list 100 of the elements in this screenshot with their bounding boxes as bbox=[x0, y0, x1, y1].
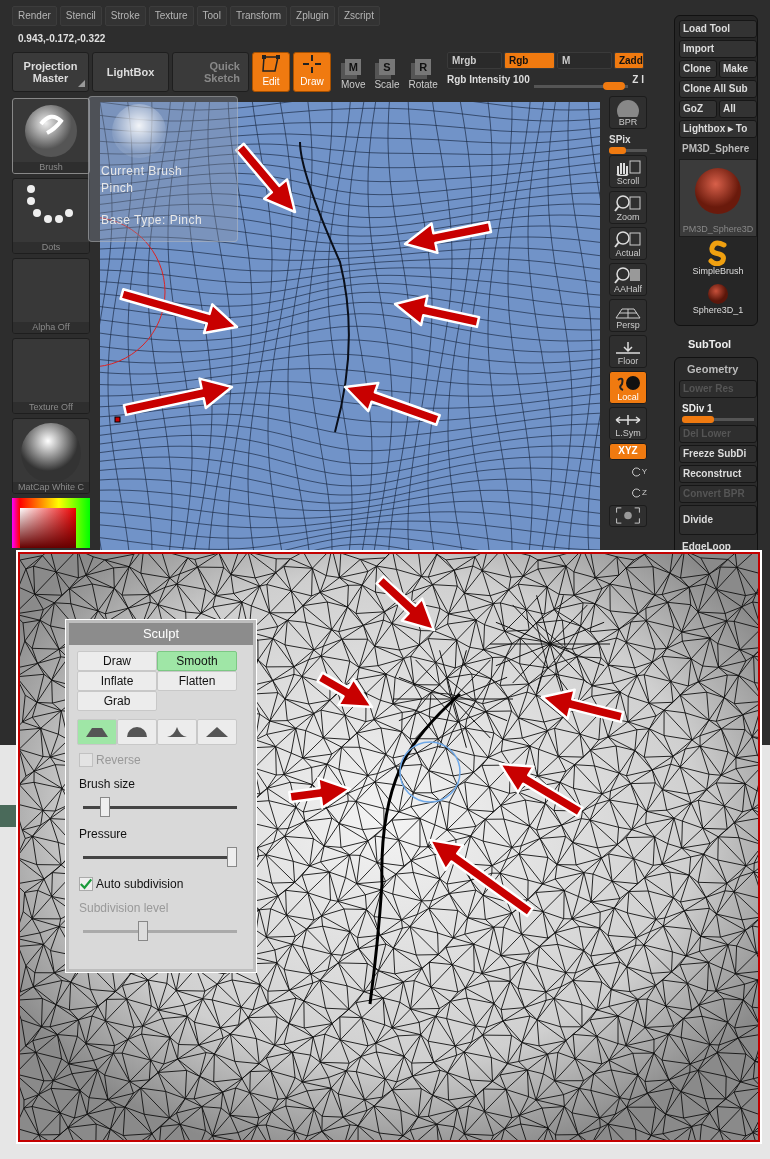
brush-cursor-icon bbox=[399, 741, 461, 803]
magnifier-icon bbox=[614, 230, 642, 248]
rotate-axis-button[interactable]: Y bbox=[609, 463, 647, 481]
sculpt-mode-button[interactable]: Smooth bbox=[157, 651, 237, 671]
sculpt-mode-button[interactable]: Flatten bbox=[157, 671, 237, 691]
frame-icon bbox=[614, 506, 642, 525]
panel-button[interactable]: Reconstruct bbox=[679, 465, 757, 483]
toolbar-button[interactable]: AAHalf bbox=[609, 263, 647, 296]
base-type-text: Base Type: Pinch bbox=[101, 212, 204, 229]
menu-button[interactable]: Transform bbox=[229, 6, 288, 26]
sculpt-mode-button[interactable]: Draw bbox=[77, 651, 157, 671]
section-title: Geometry bbox=[687, 361, 740, 377]
tool-name: PM3D_Sphere bbox=[682, 142, 751, 156]
magnifier-icon bbox=[614, 266, 642, 284]
toolbar-button[interactable]: LightBox bbox=[92, 52, 169, 92]
toolbar-button[interactable]: Floor bbox=[609, 335, 647, 368]
toolbar-button[interactable]: M Move bbox=[338, 52, 369, 92]
shape-button[interactable] bbox=[157, 719, 197, 745]
slider-fill[interactable] bbox=[682, 416, 715, 423]
brush-cursor-icon bbox=[100, 216, 166, 368]
slider-thumb[interactable] bbox=[602, 82, 625, 90]
slider[interactable] bbox=[83, 921, 237, 943]
slider[interactable] bbox=[83, 797, 237, 819]
hand-icon bbox=[614, 158, 642, 176]
toolbar-button[interactable]: R Rotate bbox=[405, 52, 441, 92]
menu-button[interactable]: Render bbox=[12, 6, 57, 26]
tile-button[interactable]: MatCap White C bbox=[12, 418, 90, 494]
toolbar-button[interactable]: Scroll bbox=[609, 155, 647, 188]
toolbar-button[interactable]: Persp bbox=[609, 299, 647, 332]
intensity-label: Z I bbox=[632, 73, 644, 87]
panel-button[interactable]: All bbox=[719, 100, 757, 118]
shape-button[interactable] bbox=[77, 719, 117, 745]
slider-label: Pressure bbox=[79, 826, 129, 843]
section-title: EdgeLoop bbox=[681, 540, 732, 554]
checkbox-label[interactable]: Auto subdivision bbox=[96, 875, 184, 893]
panel-button[interactable]: GoZ bbox=[679, 100, 717, 118]
shape-button[interactable] bbox=[197, 719, 237, 745]
slider-label: Brush size bbox=[79, 776, 137, 793]
tile-button[interactable]: Texture Off bbox=[12, 338, 90, 414]
point-marker-icon bbox=[114, 416, 121, 423]
mode-button[interactable]: Mrgb bbox=[446, 52, 502, 69]
toolbar-button[interactable]: Actual bbox=[609, 227, 647, 260]
panel-button[interactable]: Make bbox=[719, 60, 757, 78]
mode-button[interactable]: M bbox=[556, 52, 612, 69]
s-shape-icon bbox=[706, 240, 730, 266]
shape-button[interactable] bbox=[117, 719, 157, 745]
brush-name: Pinch bbox=[101, 180, 135, 197]
falloff-shape-icon bbox=[84, 725, 110, 739]
sculpt-mode-button[interactable]: Inflate bbox=[77, 671, 157, 691]
toolbar-button[interactable]: BPR bbox=[609, 96, 647, 129]
tile-button[interactable]: Alpha Off bbox=[12, 258, 90, 334]
menu-button[interactable]: Zplugin bbox=[290, 6, 335, 26]
toolbar-button[interactable] bbox=[609, 505, 647, 527]
slider-label: SDiv 1 bbox=[682, 402, 714, 416]
menu-button[interactable]: Stroke bbox=[104, 6, 146, 26]
color-picker[interactable] bbox=[12, 498, 90, 548]
corner-triangle-icon bbox=[78, 79, 85, 87]
arrow bbox=[288, 776, 352, 810]
menu-button[interactable]: Tool bbox=[196, 6, 227, 26]
magnifier-icon bbox=[614, 194, 642, 212]
intensity-label: Rgb Intensity 100 bbox=[446, 73, 530, 87]
slider-label: SPix bbox=[609, 133, 632, 147]
section-title: SubTool bbox=[688, 337, 733, 352]
checkbox[interactable] bbox=[79, 877, 93, 891]
tooltip-title: Current Brush bbox=[101, 163, 184, 180]
panel-button[interactable]: Load Tool bbox=[679, 20, 757, 38]
panel-button[interactable]: Clone All Sub bbox=[679, 80, 757, 98]
menu-button[interactable]: Texture bbox=[148, 6, 194, 26]
menu-button[interactable]: Zscript bbox=[337, 6, 380, 26]
slider-label: Subdivision level bbox=[79, 900, 170, 917]
rotate-icon bbox=[631, 466, 642, 477]
mode-button[interactable]: Rgb bbox=[503, 52, 555, 69]
panel-button[interactable]: Freeze SubDi bbox=[679, 445, 757, 463]
slider[interactable] bbox=[83, 847, 237, 869]
panel-title: Sculpt bbox=[69, 623, 253, 645]
falloff-shape-icon bbox=[124, 725, 150, 739]
slider-fill[interactable] bbox=[609, 147, 627, 154]
mode-button[interactable]: Zadd bbox=[613, 52, 644, 69]
arrow bbox=[375, 575, 436, 632]
toolbar-button[interactable]: S Scale bbox=[371, 52, 403, 92]
arrow bbox=[234, 142, 297, 214]
sculpt-mode-button[interactable]: Grab bbox=[77, 691, 157, 711]
panel-button[interactable]: Import bbox=[679, 40, 757, 58]
toolbar-button[interactable]: Projection Master bbox=[12, 52, 89, 92]
sphere-icon bbox=[707, 283, 729, 305]
toolbar-button[interactable]: Zoom bbox=[609, 191, 647, 224]
menu-button[interactable]: Stencil bbox=[59, 6, 102, 26]
panel-button[interactable]: Lightbox ▸ To bbox=[679, 120, 757, 138]
coordinates-readout: 0.943,-0.172,-0.322 bbox=[18, 32, 107, 46]
panel-button[interactable]: Divide bbox=[679, 505, 757, 535]
tile-button[interactable]: Brush bbox=[12, 98, 90, 174]
rotate-icon bbox=[632, 487, 643, 498]
panel-button[interactable]: Clone bbox=[679, 60, 717, 78]
falloff-shape-icon bbox=[204, 725, 230, 739]
brush-sphere-icon bbox=[109, 101, 169, 161]
crosshair-icon bbox=[301, 54, 323, 74]
arrow bbox=[316, 671, 374, 709]
toolbar-button[interactable]: L.Sym bbox=[609, 407, 647, 440]
rotate-axis-button[interactable]: Z bbox=[609, 484, 647, 502]
tile-button[interactable]: Dots bbox=[12, 178, 90, 254]
